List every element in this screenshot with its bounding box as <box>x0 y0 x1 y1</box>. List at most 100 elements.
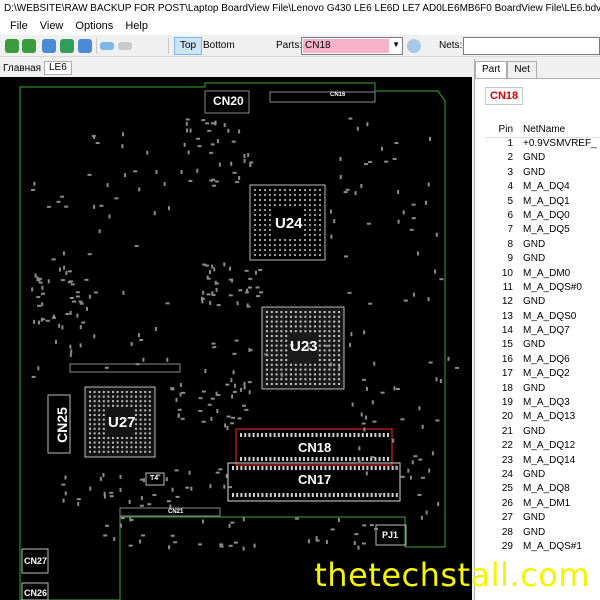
smd-pad <box>395 387 400 390</box>
part-label-cn20[interactable]: CN20 <box>213 94 244 108</box>
smd-pad <box>201 299 204 304</box>
arrow-right-icon[interactable] <box>118 42 132 50</box>
board-name-tab[interactable]: LE6 <box>44 61 72 75</box>
part-label-cn27[interactable]: CN27 <box>24 556 47 566</box>
bga-pad <box>314 239 316 241</box>
menu-help[interactable]: Help <box>119 18 154 35</box>
column-header-netname[interactable]: NetName <box>523 124 565 135</box>
table-row[interactable]: 27 GND <box>485 512 600 526</box>
table-row[interactable]: 6 M_A_DQ0 <box>485 210 600 224</box>
table-row[interactable]: 22 M_A_DQ12 <box>485 440 600 454</box>
bga-pad <box>323 325 326 328</box>
table-row[interactable]: 26 M_A_DM1 <box>485 498 600 512</box>
fit-board-icon[interactable] <box>60 39 74 53</box>
tab-part[interactable]: Part <box>475 61 508 79</box>
table-row[interactable]: 4 M_A_DQ4 <box>485 181 600 195</box>
part-label-cn17[interactable]: CN17 <box>298 472 331 487</box>
part-label-u23[interactable]: U23 <box>290 338 318 355</box>
table-row[interactable]: 7 M_A_DQ5 <box>485 224 600 238</box>
arrow-left-icon[interactable] <box>100 42 114 50</box>
table-row[interactable]: 10 M_A_DM0 <box>485 268 600 282</box>
zoom-out-icon[interactable] <box>22 39 36 53</box>
bga-pad <box>264 244 266 246</box>
connector-pin <box>299 493 302 497</box>
connector-pin <box>248 433 251 437</box>
table-row[interactable]: 14 M_A_DQ7 <box>485 325 600 339</box>
parts-combobox[interactable]: CN18 ▼ <box>301 37 403 55</box>
part-label-pj1[interactable]: PJ1 <box>382 530 398 540</box>
bga-pad <box>314 224 316 226</box>
menu-file[interactable]: File <box>4 18 34 35</box>
table-row[interactable]: 23 M_A_DQ14 <box>485 455 600 469</box>
pin-netname: +0.9VSMVREF_ <box>523 138 597 149</box>
pin-number: 29 <box>501 540 513 552</box>
menu-view[interactable]: View <box>34 18 70 35</box>
bga-pad <box>266 383 268 385</box>
table-row[interactable]: 29 M_A_DQS#1 <box>485 541 600 555</box>
table-row[interactable]: 24 GND <box>485 469 600 483</box>
table-row[interactable]: 13 M_A_DQS0 <box>485 311 600 325</box>
bga-pad <box>270 378 273 381</box>
zoom-in-icon[interactable] <box>5 39 19 53</box>
table-row[interactable]: 11 M_A_DQS#0 <box>485 282 600 296</box>
bottom-side-button[interactable]: Bottom <box>197 37 241 55</box>
table-row[interactable]: 17 M_A_DQ2 <box>485 368 600 382</box>
table-row[interactable]: 1 +0.9VSMVREF_ <box>485 138 600 152</box>
bga-pad <box>112 400 114 403</box>
bga-pad <box>333 344 336 347</box>
bga-pad <box>284 194 286 196</box>
table-row[interactable]: 16 M_A_DQ6 <box>485 354 600 368</box>
table-row[interactable]: 21 GND <box>485 426 600 440</box>
column-header-pin[interactable]: Pin <box>485 124 513 135</box>
part-label-t4[interactable]: T4 <box>150 475 158 482</box>
bga-pad <box>314 244 316 246</box>
chevron-down-icon[interactable]: ▼ <box>392 40 400 49</box>
part-label-cn16[interactable]: CN16 <box>330 92 345 98</box>
smd-pad <box>79 302 84 305</box>
table-row[interactable]: 15 GND <box>485 339 600 353</box>
bga-pad <box>116 446 119 449</box>
table-row[interactable]: 9 GND <box>485 253 600 267</box>
part-label-u24[interactable]: U24 <box>275 215 303 232</box>
bga-pad <box>89 446 91 449</box>
part-label-u27[interactable]: U27 <box>108 414 136 431</box>
bga-pad <box>264 209 266 211</box>
zoom-area-icon[interactable] <box>42 39 56 53</box>
smd-pad <box>294 517 299 520</box>
table-row[interactable]: 5 M_A_DQ1 <box>485 196 600 210</box>
smd-pad <box>403 299 408 302</box>
connector-pin <box>361 433 364 437</box>
part-label-cn25[interactable]: CN25 <box>54 407 70 443</box>
bga-pad <box>93 437 96 439</box>
table-row[interactable]: 25 M_A_DQ8 <box>485 483 600 497</box>
bga-pad <box>328 311 331 313</box>
bga-pad <box>280 368 283 371</box>
table-row[interactable]: 8 GND <box>485 239 600 253</box>
table-row[interactable]: 12 GND <box>485 296 600 310</box>
table-row[interactable]: 2 GND <box>485 152 600 166</box>
bga-pad <box>274 244 276 246</box>
table-row[interactable]: 18 GND <box>485 383 600 397</box>
bga-pad <box>269 189 271 191</box>
bga-pad <box>314 234 316 236</box>
table-row[interactable]: 20 M_A_DQ13 <box>485 411 600 425</box>
tab-net[interactable]: Net <box>507 61 537 79</box>
table-row[interactable]: 19 M_A_DQ3 <box>485 397 600 411</box>
bga-pad <box>333 339 336 342</box>
table-row[interactable]: 28 GND <box>485 527 600 541</box>
filter-icon[interactable] <box>407 39 421 53</box>
bga-pad <box>294 244 296 246</box>
part-label-cn18[interactable]: CN18 <box>298 440 331 455</box>
parts-value[interactable]: CN18 <box>303 39 389 53</box>
smd-pad <box>213 267 216 272</box>
zoom-selected-icon[interactable] <box>78 39 92 53</box>
table-row[interactable]: 3 GND <box>485 167 600 181</box>
nets-input[interactable] <box>463 37 600 55</box>
part-label-cn21[interactable]: CN21 <box>168 509 183 515</box>
smd-pad <box>210 397 215 400</box>
menu-options[interactable]: Options <box>69 18 119 35</box>
bga-pad <box>279 244 281 246</box>
smd-pad <box>166 357 169 362</box>
part-label-cn26[interactable]: CN26 <box>24 588 47 598</box>
board-canvas[interactable]: CN20 CN16 U24 U23 U27 CN25 CN18 CN17 CN2… <box>0 77 472 600</box>
